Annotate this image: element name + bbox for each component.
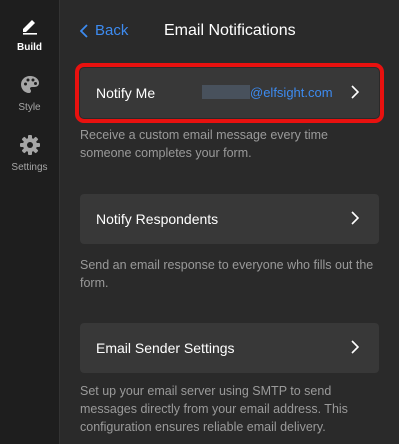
panel-header: Back Email Notifications	[60, 0, 399, 64]
email-sender-settings-label: Email Sender Settings	[96, 340, 235, 356]
app-window: Build Style Settings Back Email Notifica…	[0, 0, 399, 444]
gear-icon	[19, 134, 41, 156]
redacted-email-user	[202, 85, 250, 99]
pencil-icon	[19, 14, 41, 36]
sidebar-item-style[interactable]: Style	[0, 74, 60, 134]
sidebar-item-label: Settings	[11, 162, 48, 173]
notify-me-label: Notify Me	[96, 85, 156, 101]
chevron-right-icon	[351, 85, 359, 99]
back-button[interactable]: Back	[80, 22, 128, 39]
chevron-right-icon	[351, 340, 359, 354]
chevron-left-icon	[80, 23, 88, 38]
notify-respondents-button[interactable]: Notify Respondents	[80, 194, 379, 244]
notify-me-description: Receive a custom email message every tim…	[80, 128, 329, 160]
notify-me-email: @elfsight.com	[250, 85, 333, 100]
notify-respondents-label: Notify Respondents	[96, 211, 219, 227]
email-sender-settings-description: Set up your email server using SMTP to s…	[80, 384, 348, 434]
sidebar-item-settings[interactable]: Settings	[0, 134, 60, 194]
notify-me-button[interactable]: Notify Me @elfsight.com	[75, 63, 384, 123]
back-label: Back	[95, 22, 129, 39]
sidebar-item-label: Style	[18, 102, 41, 113]
sidebar-item-build[interactable]: Build	[0, 14, 60, 74]
chevron-right-icon	[351, 211, 359, 225]
sidebar-rail: Build Style Settings	[0, 0, 60, 444]
email-sender-settings-button[interactable]: Email Sender Settings	[80, 323, 379, 373]
page-title: Email Notifications	[164, 22, 296, 39]
sidebar-item-label: Build	[17, 42, 42, 53]
notify-respondents-description: Send an email response to everyone who f…	[80, 258, 374, 290]
main-panel: Back Email Notifications Notify Me @elfs…	[60, 0, 399, 444]
palette-icon	[19, 74, 41, 96]
